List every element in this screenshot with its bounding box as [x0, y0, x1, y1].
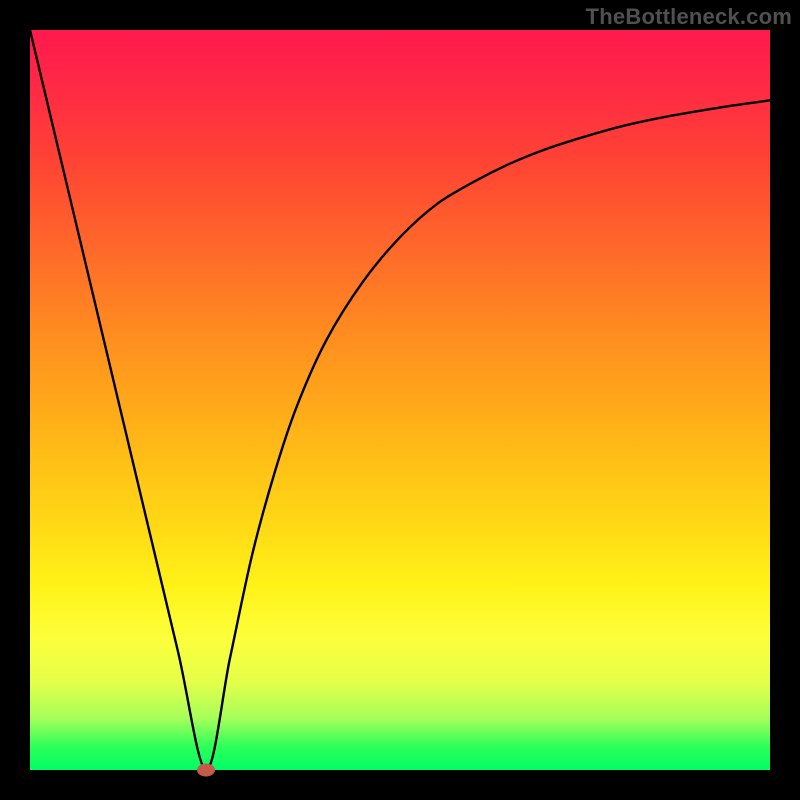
bottleneck-curve [30, 30, 770, 770]
min-marker [197, 764, 215, 777]
plot-area [30, 30, 770, 770]
chart-frame: TheBottleneck.com [0, 0, 800, 800]
watermark-text: TheBottleneck.com [586, 4, 792, 30]
